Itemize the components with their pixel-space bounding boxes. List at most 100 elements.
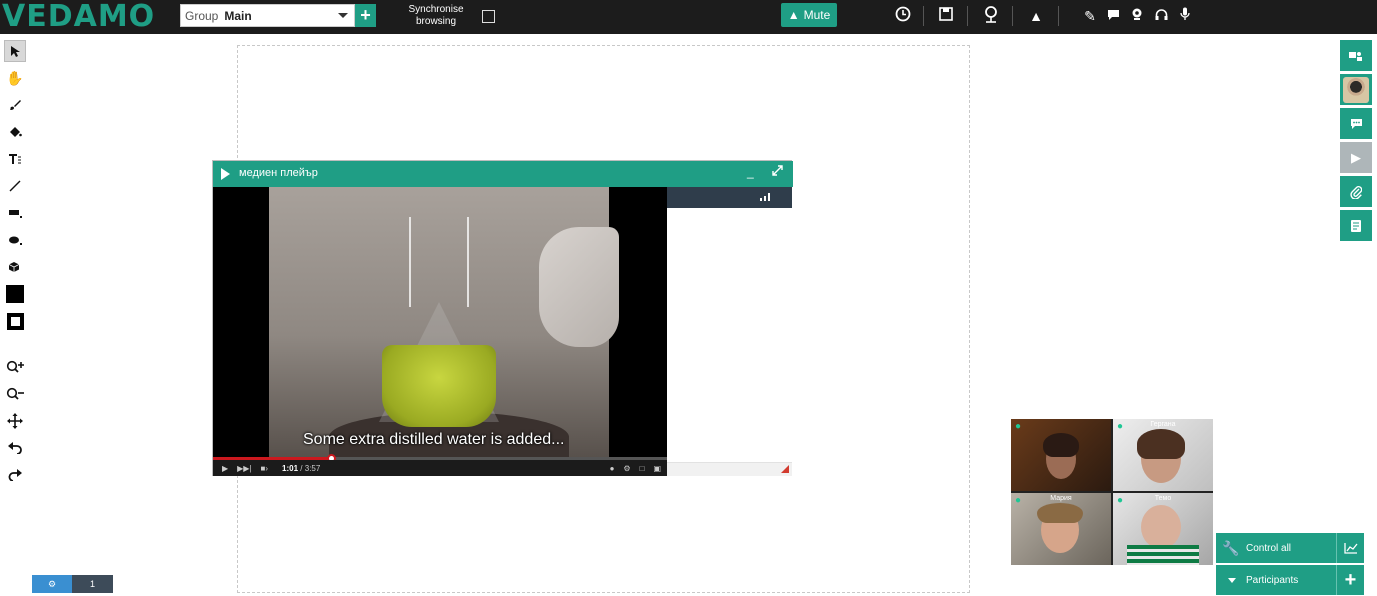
- participants-label: Participants: [1246, 574, 1299, 586]
- media-player-title: медиен плейър: [239, 167, 318, 179]
- sync-browsing-label: Synchronise browsing: [408, 4, 464, 27]
- theater-icon[interactable]: □: [640, 464, 645, 473]
- pen-icon[interactable]: ✎: [1081, 6, 1099, 26]
- media-player-window[interactable]: медиен плейър _ Some extra distilled wat…: [212, 160, 793, 476]
- user-avatar[interactable]: [1340, 74, 1372, 105]
- participant-name: Темо: [1154, 495, 1172, 502]
- fill-tool-icon[interactable]: [4, 121, 26, 143]
- gloved-hand: [539, 227, 619, 347]
- media-side-panel: [667, 187, 792, 476]
- current-time: 1:01: [282, 463, 299, 473]
- toolbar-divider: [1058, 6, 1059, 26]
- gear-icon[interactable]: ⚙: [32, 575, 72, 593]
- participant-shirt: [1127, 545, 1199, 565]
- participant-video: [1141, 505, 1181, 549]
- page-navigator: ⚙ 1: [32, 575, 113, 593]
- media-play-icon[interactable]: ▶: [1340, 142, 1372, 173]
- chevron-down-icon: [338, 13, 348, 18]
- toolbar-divider: [1012, 6, 1013, 26]
- participant-tile[interactable]: ● Темо: [1113, 493, 1213, 565]
- participant-hair: [1137, 429, 1185, 459]
- video-subtitle: Some extra distilled water is added...: [303, 431, 565, 448]
- play-icon[interactable]: [221, 168, 230, 180]
- toolbar-divider: [967, 6, 968, 26]
- redo-icon[interactable]: [4, 464, 26, 486]
- save-icon[interactable]: [937, 6, 955, 26]
- video-controls: ▶ ▶▶| ■› 1:01 / 3:57 ● ⚙ □ ▣: [213, 460, 667, 476]
- participant-hair: [1037, 503, 1083, 523]
- participant-name: Гергана: [1150, 421, 1176, 428]
- line-tool-icon[interactable]: [4, 175, 26, 197]
- video-time: 1:01 / 3:57: [282, 464, 320, 473]
- chat-icon[interactable]: [1104, 6, 1122, 26]
- top-bar: VEDAMO Group Main + Synchronise browsing…: [0, 0, 1377, 34]
- captions-icon[interactable]: ●: [610, 464, 615, 473]
- ellipse-tool-icon[interactable]: [4, 229, 26, 251]
- page-number[interactable]: 1: [72, 575, 113, 593]
- brush-tool-icon[interactable]: [4, 94, 26, 116]
- next-icon[interactable]: ▶▶|: [237, 464, 251, 473]
- select-tool-icon[interactable]: [4, 40, 26, 62]
- add-group-button[interactable]: +: [355, 4, 376, 27]
- media-player-header[interactable]: медиен плейър _: [213, 161, 793, 187]
- group-select-label: Group: [185, 8, 219, 23]
- participant-hair: [1043, 433, 1079, 457]
- video-frame[interactable]: Some extra distilled water is added... ▶…: [213, 187, 667, 476]
- maximize-icon[interactable]: [772, 165, 783, 179]
- mute-button[interactable]: ▲ Mute: [781, 3, 837, 27]
- gear-icon[interactable]: ⚙: [623, 464, 630, 473]
- bell-icon: ▲: [787, 8, 800, 22]
- statistics-icon[interactable]: [1336, 533, 1364, 563]
- duration: 3:57: [304, 463, 321, 473]
- video-scene: [269, 187, 619, 462]
- bell-icon[interactable]: ▲: [1027, 6, 1045, 26]
- minimize-icon[interactable]: _: [747, 165, 754, 179]
- participant-tile[interactable]: ●: [1011, 419, 1111, 491]
- media-side-panel-footer: [667, 462, 792, 476]
- participant-tile[interactable]: ● Гергана: [1113, 419, 1213, 491]
- cube-tool-icon[interactable]: [4, 256, 26, 278]
- participants-toggle[interactable]: Participants +: [1216, 565, 1364, 595]
- group-select-value: Main: [224, 8, 252, 23]
- signal-icon: [760, 193, 772, 203]
- participant-name: Мария: [1050, 495, 1072, 502]
- zoom-in-icon[interactable]: [4, 356, 26, 378]
- zoom-out-icon[interactable]: [4, 383, 26, 405]
- mute-label: Mute: [803, 8, 831, 22]
- flask-liquid: [382, 345, 496, 427]
- tool-separator: [4, 337, 26, 351]
- avatar-image: [1343, 76, 1369, 103]
- participants-video-grid: ● ● Гергана ● Мария ● Темо: [1011, 419, 1213, 565]
- control-all-label: Control all: [1246, 542, 1292, 554]
- microphone-icon[interactable]: [1176, 6, 1194, 26]
- rectangle-tool-icon[interactable]: [4, 202, 26, 224]
- stroke-color-swatch[interactable]: [4, 310, 26, 332]
- resize-handle[interactable]: [781, 465, 789, 473]
- fullscreen-icon[interactable]: ▣: [653, 464, 661, 473]
- sync-browsing-checkbox[interactable]: [482, 10, 495, 23]
- location-icon[interactable]: [982, 6, 1000, 26]
- move-icon[interactable]: [4, 410, 26, 432]
- volume-icon[interactable]: ■›: [261, 464, 269, 473]
- group-select[interactable]: Group Main: [180, 4, 355, 27]
- wrench-icon: 🔧: [1222, 539, 1240, 556]
- chevron-down-icon: [1228, 577, 1236, 583]
- video-conference-icon[interactable]: [1340, 40, 1372, 71]
- webcam-icon[interactable]: [1128, 6, 1146, 26]
- microphone-icon: ●: [1015, 421, 1022, 432]
- attachment-icon[interactable]: [1340, 176, 1372, 207]
- add-participant-button[interactable]: +: [1336, 565, 1364, 595]
- text-tool-icon[interactable]: [4, 148, 26, 170]
- notes-icon[interactable]: [1340, 210, 1372, 241]
- play-icon[interactable]: ▶: [222, 464, 228, 473]
- fill-color-swatch[interactable]: [4, 283, 26, 305]
- clock-icon[interactable]: [894, 6, 912, 26]
- flask-neck: [409, 217, 469, 307]
- undo-icon[interactable]: [4, 437, 26, 459]
- hand-tool-icon[interactable]: ✋: [4, 67, 26, 89]
- chat-icon[interactable]: [1340, 108, 1372, 139]
- headphones-icon[interactable]: [1152, 6, 1170, 26]
- app-logo: VEDAMO: [2, 0, 156, 34]
- participant-tile[interactable]: ● Мария: [1011, 493, 1111, 565]
- control-all-button[interactable]: 🔧 Control all: [1216, 533, 1364, 563]
